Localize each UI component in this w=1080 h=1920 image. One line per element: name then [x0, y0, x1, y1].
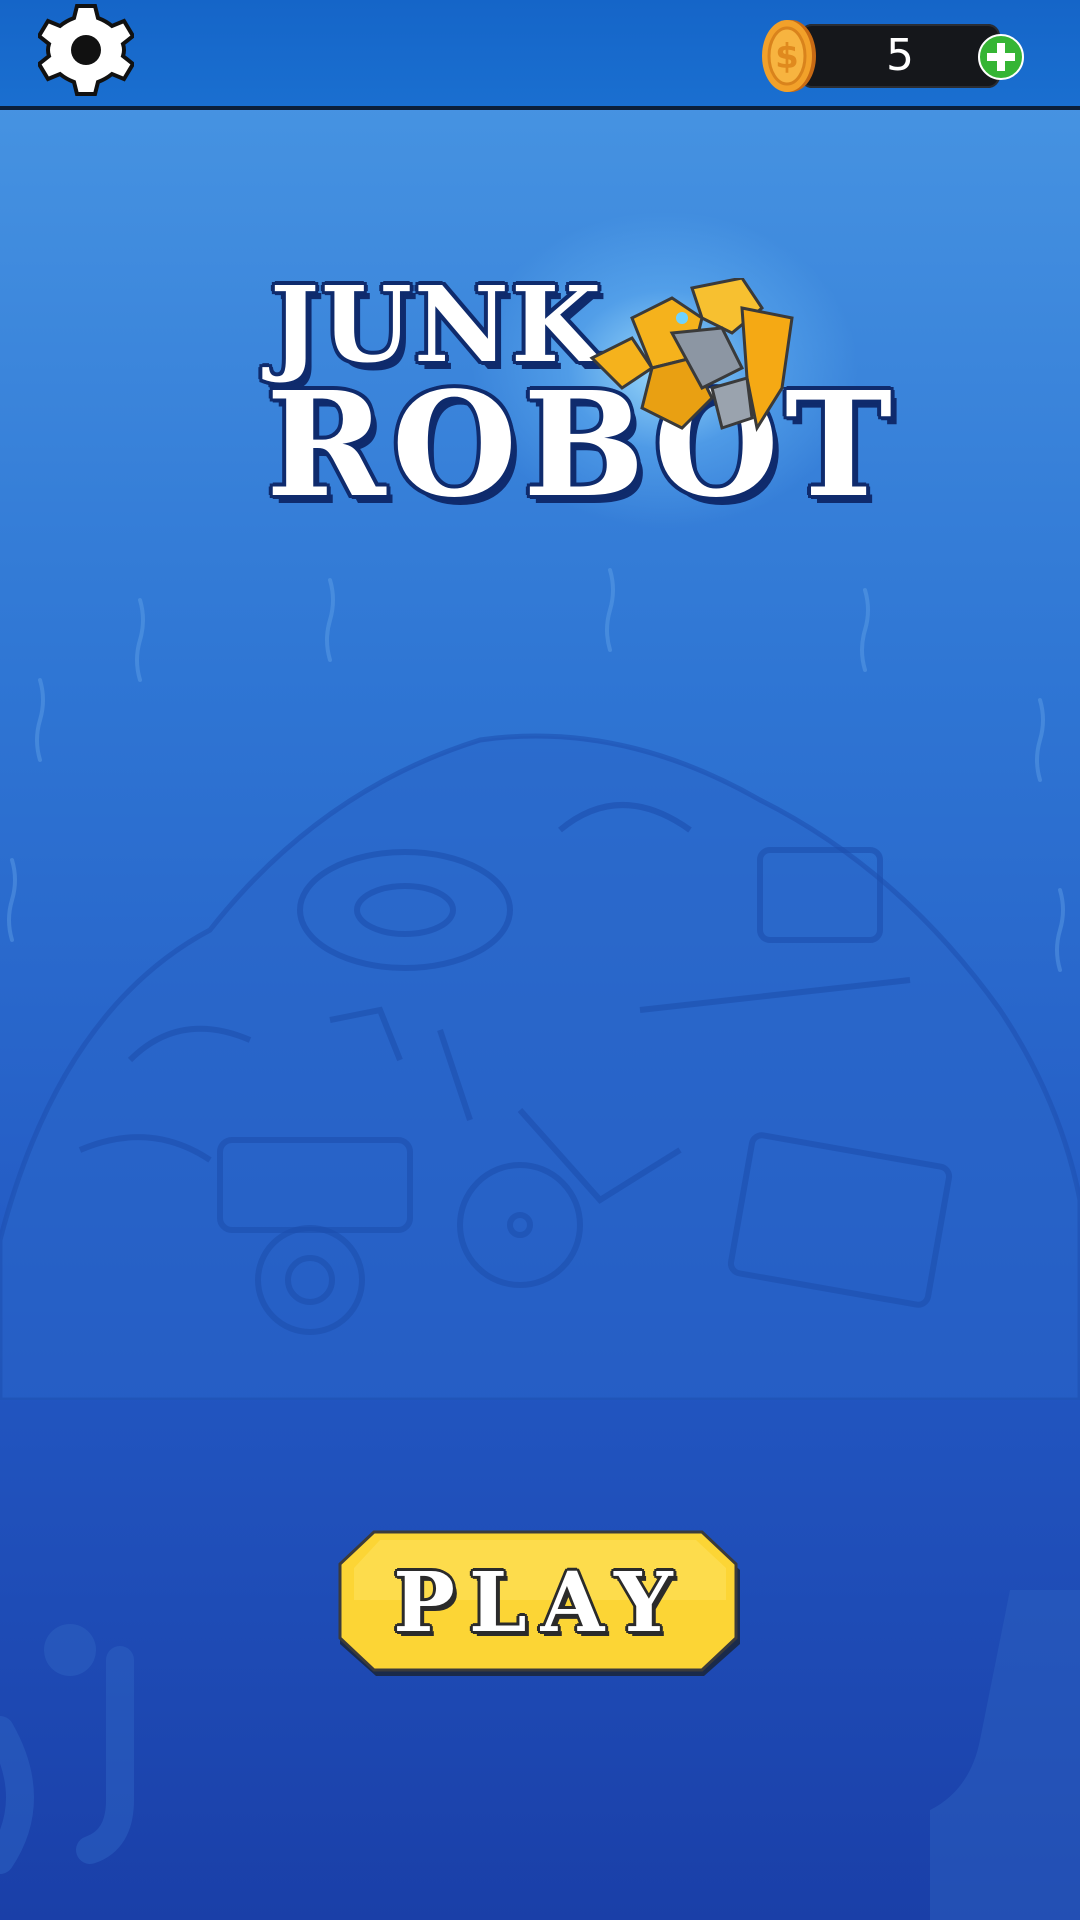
play-button[interactable]: PLAY	[336, 1530, 744, 1676]
svg-text:$: $	[775, 37, 799, 77]
top-bar: 5 $	[0, 0, 1080, 110]
junk-pile-background	[0, 733, 1080, 1400]
robot-mascot-image	[589, 278, 794, 432]
add-coins-button[interactable]	[978, 34, 1024, 80]
coin-count: 5	[886, 30, 914, 81]
coin-balance-panel: 5 $	[760, 18, 1026, 94]
wrench-silhouette-left	[0, 1624, 134, 1874]
gear-icon[interactable]	[38, 2, 134, 98]
coin-icon: $	[762, 20, 816, 92]
main-menu-screen: 5 $ JUNK ROBOT PLAY	[0, 0, 1080, 1920]
pipe-silhouette-right	[930, 1590, 1080, 1920]
play-button-label: PLAY	[393, 1555, 687, 1651]
